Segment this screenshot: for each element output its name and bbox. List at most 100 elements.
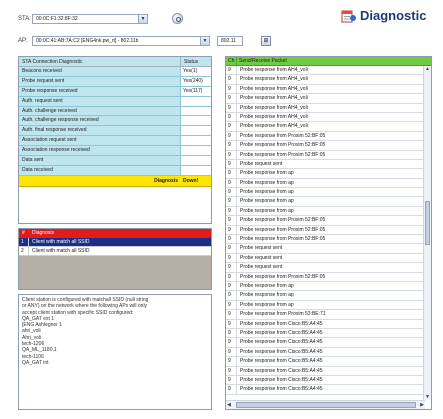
table-row[interactable]: 9 Probe response from Cisco:B5:A4:45 xyxy=(226,357,425,367)
table-row[interactable]: 9 Probe response from Cisco:B5:A4:45 xyxy=(226,385,425,395)
table-row[interactable]: 9 Probe request sent xyxy=(226,159,425,170)
table-row[interactable]: 9 Probe response from AH4_voli xyxy=(226,112,425,123)
packet-channel: 9 xyxy=(226,150,237,159)
item-text: Client with match all SSID xyxy=(32,248,90,254)
row-label: Data received xyxy=(19,165,181,175)
table-row[interactable]: 9 Probe response from Proxim 52:BF:05 xyxy=(226,150,425,160)
scroll-up-icon[interactable]: ▲ xyxy=(425,66,430,72)
column-header-diagnostic[interactable]: STA Connection Diagnostic xyxy=(19,57,181,66)
row-status xyxy=(181,136,211,146)
chevron-down-icon[interactable]: ▼ xyxy=(138,15,147,23)
table-row[interactable]: 9 Probe response from ap xyxy=(226,188,425,198)
table-row[interactable]: Data sent xyxy=(19,156,211,166)
packet-text: Probe response from AH4_voli xyxy=(240,113,308,120)
table-row[interactable]: 9 Probe response from Cisco:B5:A4:45 xyxy=(226,338,425,348)
sta-select-value: 00:0C:F1:32:8F:32 xyxy=(36,16,78,22)
table-row[interactable]: Association response received xyxy=(19,146,211,157)
table-row[interactable]: 9 Probe response from ap xyxy=(226,300,425,311)
chevron-down-icon[interactable]: ▼ xyxy=(200,37,209,45)
packet-text: Probe response from Cisco:B5:A4:45 xyxy=(240,376,323,383)
table-row[interactable]: 9 Probe response from Cisco:B5:A4:45 xyxy=(226,347,425,358)
item-text: Client with match all SSID xyxy=(32,239,90,245)
scrollbar-thumb[interactable] xyxy=(236,402,416,408)
table-row[interactable]: 9 Probe response from Proxim 52:BF:05 xyxy=(226,216,425,226)
table-row[interactable]: 9 Probe response from AH4_voli xyxy=(226,122,425,132)
table-row[interactable]: 9 Probe response from Proxim 52:BF:05 xyxy=(226,272,425,282)
table-row[interactable]: 9 Probe request sent xyxy=(226,263,425,273)
packet-channel: 9 xyxy=(226,94,237,103)
table-row[interactable]: Auth. final response received xyxy=(19,126,211,137)
scroll-down-icon[interactable]: ▼ xyxy=(425,394,430,400)
table-row[interactable]: Data received xyxy=(19,165,211,176)
packet-channel: 9 xyxy=(226,103,237,112)
scroll-right-icon[interactable]: ▶ xyxy=(420,402,424,408)
table-row[interactable]: 9 Probe response from AH4_voli xyxy=(226,103,425,113)
scroll-left-icon[interactable]: ◀ xyxy=(227,402,231,408)
table-row[interactable]: 9 Probe response from ap xyxy=(226,281,425,292)
table-row[interactable]: Association request sent xyxy=(19,136,211,147)
table-row[interactable]: 9 Probe response from Proxim 52:BF:05 xyxy=(226,131,425,142)
diagnostic-window: STA: 00:0C:F1:32:8F:32 ▼ AP: 00:0C:41:AB… xyxy=(0,0,443,419)
packet-channel: 9 xyxy=(226,66,237,75)
refresh-icon[interactable] xyxy=(172,13,183,24)
vertical-scrollbar[interactable]: ▲ ▼ xyxy=(423,66,431,400)
table-row[interactable]: 9 Probe response from ap xyxy=(226,197,425,207)
packet-text: Probe response from Proxim 52:BF:05 xyxy=(240,132,326,139)
table-row[interactable]: 9 Probe response from ap xyxy=(226,169,425,179)
packet-list-header: Ch Send/Receive Packet xyxy=(226,57,431,66)
packet-text: Probe response from ap xyxy=(240,198,294,205)
table-row[interactable]: 9 Probe response from AH4_voli xyxy=(226,94,425,104)
settings-button[interactable]: ⊞ xyxy=(261,36,271,46)
sta-label: STA: xyxy=(18,16,31,22)
row-status xyxy=(181,146,211,156)
table-header: STA Connection Diagnostic Status xyxy=(19,57,211,67)
channel-field[interactable]: 802.11 xyxy=(217,36,243,46)
table-row[interactable]: 9 Probe response from ap xyxy=(226,291,425,301)
table-row[interactable]: 9 Probe response from ap xyxy=(226,178,425,189)
packet-text: Probe request sent xyxy=(240,160,283,167)
table-row[interactable]: 9 Probe response from Proxim 52:BF:05 xyxy=(226,141,425,151)
table-row[interactable]: Auth. challenge response received xyxy=(19,116,211,127)
row-label: Association response received xyxy=(19,146,181,156)
packet-text: Probe response from Proxim 52:BF:05 xyxy=(240,142,326,149)
packet-text: Probe response from Proxim 52:BF:05 xyxy=(240,236,326,243)
row-status xyxy=(181,126,211,136)
table-row[interactable]: 9 Probe request sent xyxy=(226,244,425,254)
packet-text: Probe request sent xyxy=(240,254,283,261)
table-row[interactable]: 9 Probe response from Cisco:B5:A4:45 xyxy=(226,328,425,339)
table-row[interactable]: Beacons received Yes(1) xyxy=(19,67,211,77)
column-header-channel[interactable]: Ch xyxy=(226,57,237,65)
ap-select[interactable]: 00:0C:41:AB:7A:C2 [ENG4nk.pw_rt] - 802.1… xyxy=(32,36,210,46)
table-row[interactable]: 9 Probe response from AH4_voli xyxy=(226,75,425,85)
table-row[interactable]: 9 Probe response from Proxim 52:BF:05 xyxy=(226,225,425,236)
column-header-status[interactable]: Status xyxy=(181,57,198,66)
scrollbar-thumb[interactable] xyxy=(425,201,430,245)
sta-select[interactable]: 00:0C:F1:32:8F:32 ▼ xyxy=(32,14,148,24)
row-label: Auth. challenge response received xyxy=(19,116,181,126)
column-header-number[interactable]: # xyxy=(19,229,29,238)
list-item[interactable]: 1 Client with match all SSID xyxy=(19,238,211,247)
table-row[interactable]: Probe response received Yes(117) xyxy=(19,86,211,97)
column-header-diagnosis[interactable]: Diagnosis xyxy=(29,229,54,238)
table-row[interactable]: 9 Probe response from Proxim 52:BF:05 xyxy=(226,235,425,245)
packet-channel: 9 xyxy=(226,310,237,319)
table-row[interactable]: 9 Probe response from AH4_voli xyxy=(226,84,425,95)
packet-list: Ch Send/Receive Packet 9 Probe response f… xyxy=(225,56,432,410)
table-row[interactable]: 9 Probe response from Cisco:B5:A4:45 xyxy=(226,375,425,386)
packet-channel: 9 xyxy=(226,188,237,197)
table-row[interactable]: 9 Probe response from ap xyxy=(226,206,425,217)
table-row[interactable]: 9 Probe response from Cisco:B5:A4:45 xyxy=(226,366,425,376)
table-row[interactable]: Auth. challenge received xyxy=(19,106,211,117)
packet-text: Probe response from ap xyxy=(240,170,294,177)
horizontal-scrollbar[interactable]: ◀ ▶ xyxy=(226,400,425,409)
table-row[interactable]: Auth. request sent xyxy=(19,96,211,107)
packet-text: Probe response from ap xyxy=(240,301,294,308)
packet-text: Probe response from AH4_voli xyxy=(240,76,308,83)
table-row[interactable]: 9 Probe response from Proxim 53:BE:71 xyxy=(226,310,425,320)
column-header-packet[interactable]: Send/Receive Packet xyxy=(237,57,287,65)
table-row[interactable]: 9 Probe response from Cisco:B5:A4:45 xyxy=(226,319,425,329)
table-row[interactable]: 9 Probe request sent xyxy=(226,253,425,264)
table-row[interactable]: Probe request sent Yes(240) xyxy=(19,76,211,87)
table-row[interactable]: 9 Probe response from AH4_voli xyxy=(226,66,425,76)
list-item[interactable]: 2 Client with match all SSID xyxy=(19,247,211,256)
